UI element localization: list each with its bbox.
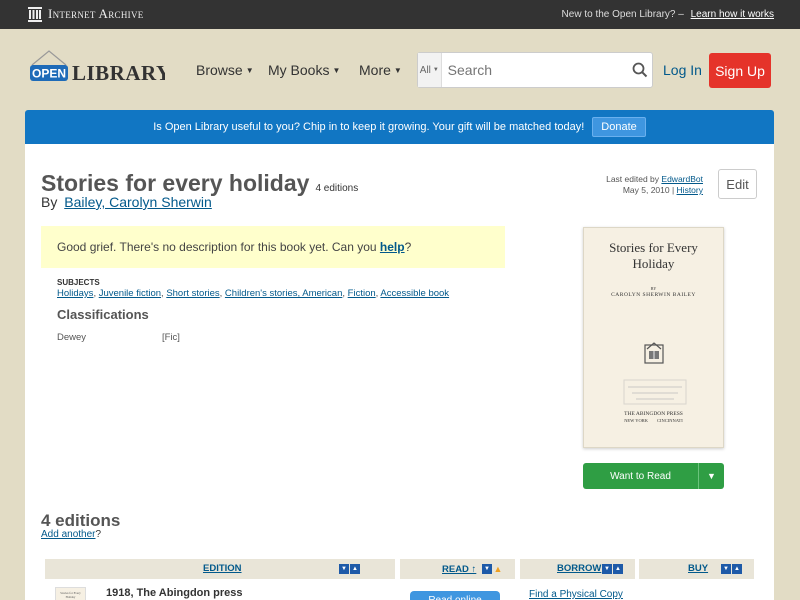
browse-label: Browse [196, 62, 243, 78]
search-input[interactable] [441, 53, 629, 87]
book-title: Stories for every holiday [41, 170, 310, 196]
read-online-button[interactable]: Read online [410, 591, 500, 600]
search-bar: All ▼ [417, 52, 653, 88]
more-menu[interactable]: More ▼ [359, 62, 402, 78]
logo-open-text: OPEN [32, 67, 66, 81]
donation-message: Is Open Library useful to you? Chip in t… [153, 121, 585, 133]
last-edited-date: May 5, 2010 [622, 185, 670, 195]
last-edited-prefix: Last edited by [606, 174, 660, 184]
read-sort-link[interactable]: READ ↑ [442, 564, 476, 575]
edition-cover-thumbnail[interactable]: Stories for Every Holiday [55, 587, 86, 600]
new-user-prompt: New to the Open Library? – Learn how it … [561, 9, 774, 20]
read-sort-controls: ▼ ▲ [482, 564, 503, 574]
edition-sort-controls: ▼ ▲ [339, 564, 360, 574]
history-link[interactable]: History [677, 185, 703, 195]
sort-up-icon[interactable]: ▲ [350, 564, 360, 574]
cover-author: CAROLYN SHERWIN BAILEY [611, 292, 696, 298]
subject-link[interactable]: Children's stories, American [225, 288, 342, 299]
sort-down-icon[interactable]: ▼ [721, 564, 731, 574]
library-stamp-icon [622, 378, 688, 408]
subjects-list: Holidays, Juvenile fiction, Short storie… [57, 288, 450, 299]
want-to-read-label[interactable]: Want to Read [583, 463, 699, 489]
editions-heading: 4 editions [41, 511, 121, 530]
my-books-menu[interactable]: My Books ▼ [268, 62, 340, 78]
borrow-sort-link[interactable]: BORROW [557, 563, 601, 574]
logo-library-text: LIBRARY [72, 61, 165, 85]
author-link[interactable]: Bailey, Carolyn Sherwin [64, 194, 212, 210]
read-column-header: READ ↑ ▼ ▲ [400, 559, 515, 579]
dewey-label: Dewey [57, 332, 87, 343]
borrow-column-header: BORROW ▼ ▲ [520, 559, 635, 579]
buy-sort-link[interactable]: BUY [688, 563, 708, 574]
book-page: Stories for every holiday 4 editions By B… [25, 144, 774, 600]
sort-down-icon[interactable]: ▼ [339, 564, 349, 574]
subject-link[interactable]: Fiction [348, 288, 376, 299]
donation-banner: Is Open Library useful to you? Chip in t… [25, 110, 774, 144]
sort-down-icon[interactable]: ▼ [602, 564, 612, 574]
classifications-heading: Classifications [57, 307, 149, 322]
want-to-read-button: Want to Read ▼ [583, 463, 724, 489]
more-label: More [359, 62, 391, 78]
buy-sort-controls: ▼ ▲ [721, 564, 742, 574]
chevron-down-icon[interactable]: ▼ [699, 463, 724, 489]
buy-column-header: BUY ▼ ▲ [639, 559, 754, 579]
edition-title[interactable]: 1918, The Abingdon press [106, 587, 243, 599]
open-library-logo[interactable]: OPEN LIBRARY [29, 48, 171, 94]
internet-archive-wordmark: Internet Archive [48, 6, 144, 21]
byline: By Bailey, Carolyn Sherwin [41, 194, 212, 210]
chevron-down-icon: ▼ [245, 66, 254, 75]
publisher-seal-icon [643, 341, 665, 365]
cover-by: BY [650, 286, 657, 291]
edition-sort-link[interactable]: EDITION [203, 563, 242, 574]
cover-city: NEW YORK CINCINNATI [624, 418, 683, 423]
add-another-row: Add another? [41, 529, 102, 540]
learn-how-link[interactable]: Learn how it works [691, 9, 774, 20]
find-physical-copy-link[interactable]: Find a Physical Copy [529, 589, 623, 600]
subject-link[interactable]: Accessible book [380, 288, 449, 299]
sort-up-active-icon[interactable]: ▲ [493, 564, 503, 574]
book-title-row: Stories for every holiday 4 editions [41, 170, 358, 197]
search-icon[interactable] [629, 53, 652, 87]
chevron-down-icon: ▼ [332, 66, 341, 75]
last-edited-info: Last edited by EdwardBot May 5, 2010 | H… [606, 174, 703, 195]
subject-link[interactable]: Short stories [166, 288, 219, 299]
chevron-down-icon: ▼ [432, 67, 439, 73]
sort-up-icon[interactable]: ▲ [613, 564, 623, 574]
description-text: Good grief. There's no description for t… [57, 240, 377, 254]
browse-menu[interactable]: Browse ▼ [196, 62, 254, 78]
search-scope-select[interactable]: All ▼ [418, 53, 442, 87]
edition-column-header: EDITION ▼ ▲ [45, 559, 395, 579]
internet-archive-bar: Internet Archive New to the Open Library… [0, 0, 800, 29]
signup-button[interactable]: Sign Up [709, 53, 771, 88]
sort-up-icon[interactable]: ▲ [732, 564, 742, 574]
add-another-link[interactable]: Add another [41, 529, 96, 540]
chevron-down-icon: ▼ [393, 66, 402, 75]
by-label: By [41, 194, 58, 210]
dewey-value: [Fic] [162, 332, 180, 343]
subject-link[interactable]: Holidays [57, 288, 93, 299]
borrow-sort-controls: ▼ ▲ [602, 564, 623, 574]
internet-archive-logo[interactable]: Internet Archive [28, 6, 144, 22]
archive-building-icon [28, 6, 42, 22]
book-cover[interactable]: Stories for Every Holiday BY CAROLYN SHE… [583, 227, 724, 448]
cover-publisher: THE ABINGDON PRESS [624, 411, 683, 417]
sort-down-icon[interactable]: ▼ [482, 564, 492, 574]
help-link[interactable]: help [380, 240, 405, 254]
login-link[interactable]: Log In [663, 62, 702, 78]
subject-link[interactable]: Juvenile fiction [99, 288, 161, 299]
my-books-label: My Books [268, 62, 330, 78]
new-user-text: New to the Open Library? [561, 9, 676, 20]
editions-count: 4 editions [315, 183, 359, 194]
subjects-heading: SUBJECTS [57, 278, 100, 287]
edit-button[interactable]: Edit [718, 169, 757, 199]
cover-title: Stories for Every Holiday [609, 240, 698, 271]
search-scope-label: All [419, 64, 431, 76]
donate-button[interactable]: Donate [592, 117, 646, 137]
description-notice: Good grief. There's no description for t… [41, 226, 505, 268]
editor-link[interactable]: EdwardBot [661, 174, 703, 184]
site-header: OPEN LIBRARY Browse ▼ My Books ▼ More ▼ All… [0, 29, 800, 110]
